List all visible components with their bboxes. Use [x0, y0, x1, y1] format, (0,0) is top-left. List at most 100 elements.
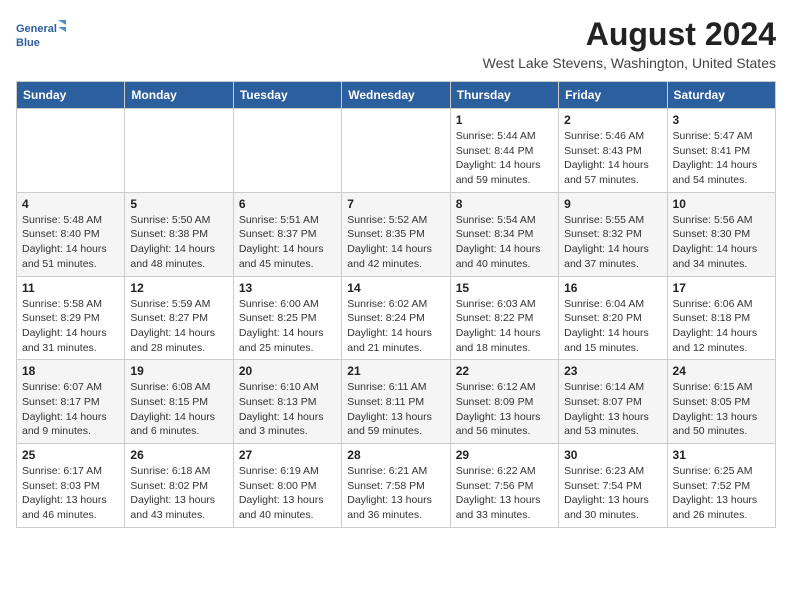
calendar-cell	[125, 109, 233, 193]
weekday-header-saturday: Saturday	[667, 82, 775, 109]
calendar-cell: 29 Sunrise: 6:22 AM Sunset: 7:56 PM Dayli…	[450, 444, 558, 528]
day-number: 8	[456, 197, 553, 211]
weekday-header-monday: Monday	[125, 82, 233, 109]
day-number: 27	[239, 448, 336, 462]
day-info: Sunrise: 5:51 AM Sunset: 8:37 PM Dayligh…	[239, 213, 336, 272]
calendar-cell: 25Sunrise: 6:17 AM Sunset: 8:03 PM Dayli…	[17, 444, 125, 528]
calendar-table: SundayMondayTuesdayWednesdayThursdayFrid…	[16, 81, 776, 528]
calendar-cell: 5 Sunrise: 5:50 AM Sunset: 8:38 PM Daylig…	[125, 192, 233, 276]
calendar-cell: 30Sunrise: 6:23 AM Sunset: 7:54 PM Dayli…	[559, 444, 667, 528]
day-number: 14	[347, 281, 444, 295]
day-info: Sunrise: 6:08 AM Sunset: 8:15 PM Dayligh…	[130, 380, 227, 439]
calendar-cell: 15 Sunrise: 6:03 AM Sunset: 8:22 PM Dayli…	[450, 276, 558, 360]
logo: General Blue	[16, 16, 66, 58]
calendar-cell: 3 Sunrise: 5:47 AM Sunset: 8:41 PM Daylig…	[667, 109, 775, 193]
calendar-cell: 1 Sunrise: 5:44 AM Sunset: 8:44 PM Daylig…	[450, 109, 558, 193]
day-info: Sunrise: 5:44 AM Sunset: 8:44 PM Dayligh…	[456, 129, 553, 188]
calendar-cell	[233, 109, 341, 193]
day-info: Sunrise: 6:04 AM Sunset: 8:20 PM Dayligh…	[564, 297, 661, 356]
day-info: Sunrise: 5:58 AM Sunset: 8:29 PM Dayligh…	[22, 297, 119, 356]
day-info: Sunrise: 6:06 AM Sunset: 8:18 PM Dayligh…	[673, 297, 770, 356]
day-number: 1	[456, 113, 553, 127]
day-number: 10	[673, 197, 770, 211]
svg-text:Blue: Blue	[16, 37, 40, 49]
day-number: 6	[239, 197, 336, 211]
week-row-5: 25Sunrise: 6:17 AM Sunset: 8:03 PM Dayli…	[17, 444, 776, 528]
day-info: Sunrise: 6:00 AM Sunset: 8:25 PM Dayligh…	[239, 297, 336, 356]
calendar-cell: 17 Sunrise: 6:06 AM Sunset: 8:18 PM Dayli…	[667, 276, 775, 360]
calendar-cell: 12 Sunrise: 5:59 AM Sunset: 8:27 PM Dayli…	[125, 276, 233, 360]
page-subtitle: West Lake Stevens, Washington, United St…	[483, 55, 776, 71]
svg-text:General: General	[16, 23, 57, 35]
calendar-cell: 9 Sunrise: 5:55 AM Sunset: 8:32 PM Daylig…	[559, 192, 667, 276]
day-info: Sunrise: 6:10 AM Sunset: 8:13 PM Dayligh…	[239, 380, 336, 439]
day-number: 30	[564, 448, 661, 462]
calendar-cell: 8 Sunrise: 5:54 AM Sunset: 8:34 PM Daylig…	[450, 192, 558, 276]
day-info: Sunrise: 6:22 AM Sunset: 7:56 PM Dayligh…	[456, 464, 553, 523]
day-number: 7	[347, 197, 444, 211]
calendar-cell: 16 Sunrise: 6:04 AM Sunset: 8:20 PM Dayli…	[559, 276, 667, 360]
weekday-header-wednesday: Wednesday	[342, 82, 450, 109]
day-number: 28	[347, 448, 444, 462]
day-number: 20	[239, 364, 336, 378]
calendar-cell: 20 Sunrise: 6:10 AM Sunset: 8:13 PM Dayli…	[233, 360, 341, 444]
day-number: 5	[130, 197, 227, 211]
calendar-cell: 22Sunrise: 6:12 AM Sunset: 8:09 PM Dayli…	[450, 360, 558, 444]
general-blue-logo: General Blue	[16, 16, 66, 58]
day-info: Sunrise: 5:54 AM Sunset: 8:34 PM Dayligh…	[456, 213, 553, 272]
weekday-header-row: SundayMondayTuesdayWednesdayThursdayFrid…	[17, 82, 776, 109]
day-number: 11	[22, 281, 119, 295]
calendar-cell: 4 Sunrise: 5:48 AM Sunset: 8:40 PM Daylig…	[17, 192, 125, 276]
day-info: Sunrise: 5:59 AM Sunset: 8:27 PM Dayligh…	[130, 297, 227, 356]
day-number: 12	[130, 281, 227, 295]
calendar-cell: 26 Sunrise: 6:18 AM Sunset: 8:02 PM Dayli…	[125, 444, 233, 528]
calendar-cell: 14 Sunrise: 6:02 AM Sunset: 8:24 PM Dayli…	[342, 276, 450, 360]
day-number: 18	[22, 364, 119, 378]
day-info: Sunrise: 5:50 AM Sunset: 8:38 PM Dayligh…	[130, 213, 227, 272]
calendar-cell: 31 Sunrise: 6:25 AM Sunset: 7:52 PM Dayli…	[667, 444, 775, 528]
calendar-cell: 2 Sunrise: 5:46 AM Sunset: 8:43 PM Daylig…	[559, 109, 667, 193]
day-number: 29	[456, 448, 553, 462]
weekday-header-tuesday: Tuesday	[233, 82, 341, 109]
day-number: 17	[673, 281, 770, 295]
day-number: 3	[673, 113, 770, 127]
day-number: 9	[564, 197, 661, 211]
day-number: 31	[673, 448, 770, 462]
day-info: Sunrise: 5:55 AM Sunset: 8:32 PM Dayligh…	[564, 213, 661, 272]
page-header: General Blue August 2024 West Lake Steve…	[16, 16, 776, 71]
day-number: 15	[456, 281, 553, 295]
day-number: 25	[22, 448, 119, 462]
calendar-cell: 13 Sunrise: 6:00 AM Sunset: 8:25 PM Dayli…	[233, 276, 341, 360]
day-info: Sunrise: 6:12 AM Sunset: 8:09 PM Dayligh…	[456, 380, 553, 439]
calendar-cell: 7Sunrise: 5:52 AM Sunset: 8:35 PM Daylig…	[342, 192, 450, 276]
calendar-cell: 21 Sunrise: 6:11 AM Sunset: 8:11 PM Dayli…	[342, 360, 450, 444]
calendar-cell: 11 Sunrise: 5:58 AM Sunset: 8:29 PM Dayli…	[17, 276, 125, 360]
week-row-2: 4 Sunrise: 5:48 AM Sunset: 8:40 PM Daylig…	[17, 192, 776, 276]
calendar-cell: 6 Sunrise: 5:51 AM Sunset: 8:37 PM Daylig…	[233, 192, 341, 276]
week-row-3: 11 Sunrise: 5:58 AM Sunset: 8:29 PM Dayli…	[17, 276, 776, 360]
day-info: Sunrise: 6:14 AM Sunset: 8:07 PM Dayligh…	[564, 380, 661, 439]
day-info: Sunrise: 6:03 AM Sunset: 8:22 PM Dayligh…	[456, 297, 553, 356]
day-info: Sunrise: 6:02 AM Sunset: 8:24 PM Dayligh…	[347, 297, 444, 356]
day-number: 16	[564, 281, 661, 295]
day-info: Sunrise: 6:11 AM Sunset: 8:11 PM Dayligh…	[347, 380, 444, 439]
day-info: Sunrise: 6:19 AM Sunset: 8:00 PM Dayligh…	[239, 464, 336, 523]
day-info: Sunrise: 5:48 AM Sunset: 8:40 PM Dayligh…	[22, 213, 119, 272]
day-number: 26	[130, 448, 227, 462]
day-info: Sunrise: 6:18 AM Sunset: 8:02 PM Dayligh…	[130, 464, 227, 523]
week-row-1: 1 Sunrise: 5:44 AM Sunset: 8:44 PM Daylig…	[17, 109, 776, 193]
weekday-header-thursday: Thursday	[450, 82, 558, 109]
day-number: 21	[347, 364, 444, 378]
calendar-cell: 19Sunrise: 6:08 AM Sunset: 8:15 PM Dayli…	[125, 360, 233, 444]
calendar-cell: 23Sunrise: 6:14 AM Sunset: 8:07 PM Dayli…	[559, 360, 667, 444]
calendar-cell	[342, 109, 450, 193]
day-info: Sunrise: 6:25 AM Sunset: 7:52 PM Dayligh…	[673, 464, 770, 523]
week-row-4: 18Sunrise: 6:07 AM Sunset: 8:17 PM Dayli…	[17, 360, 776, 444]
day-info: Sunrise: 5:46 AM Sunset: 8:43 PM Dayligh…	[564, 129, 661, 188]
day-number: 2	[564, 113, 661, 127]
day-info: Sunrise: 5:56 AM Sunset: 8:30 PM Dayligh…	[673, 213, 770, 272]
day-number: 13	[239, 281, 336, 295]
day-info: Sunrise: 5:47 AM Sunset: 8:41 PM Dayligh…	[673, 129, 770, 188]
calendar-cell: 28Sunrise: 6:21 AM Sunset: 7:58 PM Dayli…	[342, 444, 450, 528]
day-number: 4	[22, 197, 119, 211]
